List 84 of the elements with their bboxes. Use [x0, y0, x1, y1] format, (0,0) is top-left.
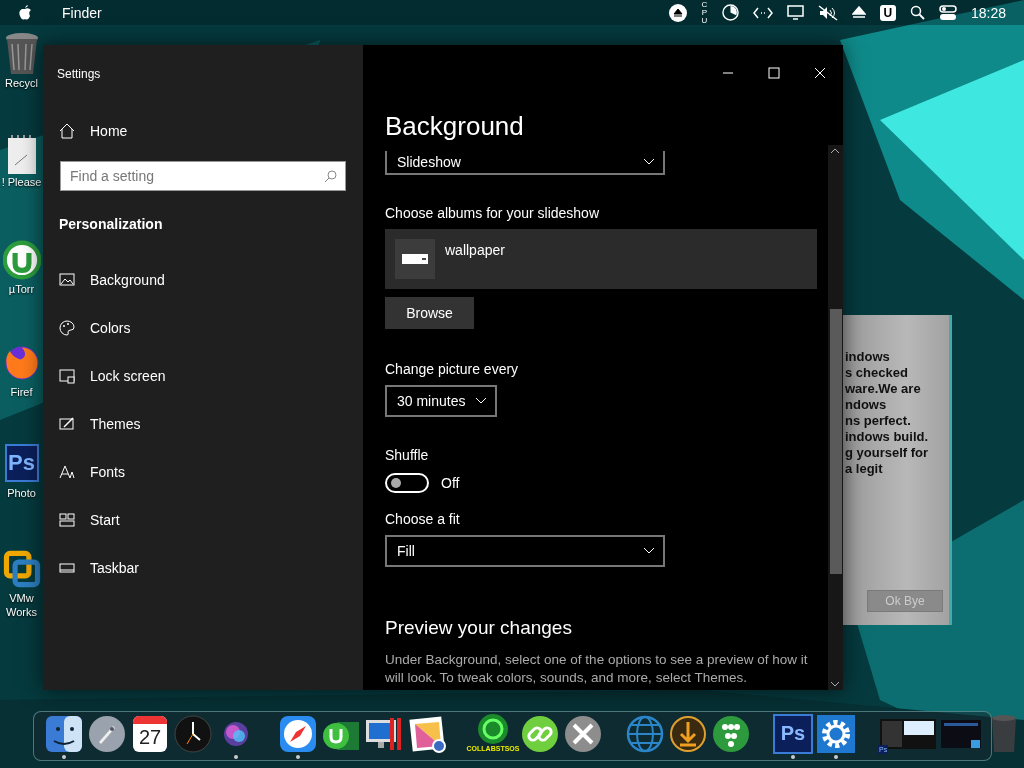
interval-label: Change picture every	[385, 361, 520, 377]
chevron-down-icon	[643, 158, 655, 166]
fit-dropdown[interactable]: Fill	[385, 535, 665, 567]
icon-label[interactable]: Recycl	[5, 76, 38, 90]
nav-item[interactable]: Fonts	[59, 456, 347, 488]
preview-description: Under Background, select one of the options to see a preview of how it will look. To tweak colors, sounds, and more, select Themes.	[385, 651, 809, 687]
tools-icon[interactable]	[563, 713, 603, 754]
eject-icon[interactable]	[851, 5, 866, 20]
preview-heading: Preview your changes	[385, 617, 573, 639]
scroll-down-icon[interactable]	[830, 680, 840, 688]
clock-time[interactable]: 18:28	[970, 4, 1006, 21]
calendar-icon[interactable]: 27	[133, 715, 167, 752]
cpu-label[interactable]: CPU	[700, 0, 708, 25]
notepad-icon	[6, 135, 37, 175]
picture-icon	[59, 272, 75, 288]
browse-button[interactable]: Browse	[385, 297, 474, 329]
message-text: ware.We are	[845, 381, 922, 397]
icon-label[interactable]: VMw	[9, 591, 34, 605]
start-icon	[59, 512, 75, 528]
nav-item[interactable]: Taskbar	[59, 552, 347, 584]
pie-chart-icon[interactable]	[721, 4, 739, 21]
nav-item[interactable]: Colors	[59, 312, 347, 344]
message-text: ns perfect.	[845, 413, 912, 429]
page-title: Background	[385, 110, 525, 143]
people-icon[interactable]	[711, 713, 751, 754]
message-text: g yourself for	[845, 445, 930, 461]
muted-speaker-icon[interactable]	[817, 4, 838, 21]
chevron-down-icon	[475, 397, 487, 405]
brush-icon	[59, 416, 75, 432]
toggle-state: Off	[441, 475, 460, 491]
compass-icon[interactable]	[278, 713, 318, 754]
search-icon	[324, 170, 337, 183]
icon-label[interactable]: Works	[6, 605, 37, 619]
code-arrows-icon[interactable]	[752, 6, 773, 19]
window-title: Settings	[57, 67, 102, 81]
shuffle-toggle[interactable]	[385, 473, 429, 493]
clock-icon[interactable]	[173, 713, 213, 754]
background-dropdown[interactable]: Slideshow	[385, 151, 665, 175]
chevron-down-icon	[643, 547, 655, 555]
photoshop-icon[interactable]: Ps	[773, 713, 813, 754]
eject-icon[interactable]	[668, 3, 687, 22]
search-icon[interactable]	[909, 5, 925, 20]
message-text: ndows	[845, 397, 888, 413]
album-tile[interactable]: wallpaper	[385, 229, 817, 289]
shuffle-label: Shuffle	[385, 447, 430, 463]
folder-thumbnail	[395, 239, 435, 279]
lockscreen-icon	[59, 368, 75, 384]
fonts-icon	[59, 464, 75, 480]
finder-icon[interactable]	[44, 713, 84, 754]
maximize-icon	[768, 67, 780, 79]
taskbar-icon	[59, 560, 75, 576]
icon-label[interactable]: µTorr	[8, 282, 35, 296]
message-text: s checked	[845, 365, 909, 381]
photoshop-icon: Ps	[4, 444, 39, 482]
search-field[interactable]: Find a setting	[60, 161, 346, 191]
message-text: indows build.	[845, 429, 930, 445]
chain-link-icon[interactable]	[520, 713, 560, 754]
albums-label: Choose albums for your slideshow	[385, 205, 600, 221]
interval-dropdown[interactable]: 30 minutes	[385, 385, 497, 417]
icon-label[interactable]: Firef	[10, 385, 33, 399]
icon-label[interactable]: Photo	[7, 486, 36, 500]
nav-item[interactable]: Lock screen	[59, 360, 347, 392]
scroll-up-icon[interactable]	[830, 147, 840, 155]
message-text: a legit	[845, 461, 884, 477]
download-icon[interactable]	[668, 713, 708, 754]
trash-icon	[3, 32, 40, 76]
message-text: indows	[845, 349, 891, 365]
section-heading: Personalization	[59, 216, 164, 232]
scrollbar[interactable]	[828, 145, 843, 690]
apple-icon[interactable]	[18, 4, 32, 21]
app-name[interactable]: Finder	[62, 4, 102, 21]
home-icon	[59, 123, 75, 139]
close-icon	[814, 67, 826, 79]
nav-item[interactable]: Themes	[59, 408, 347, 440]
control-center-icon[interactable]	[938, 4, 957, 21]
nav-item[interactable]: Background	[59, 264, 347, 296]
gear-icon[interactable]	[816, 713, 856, 754]
nav-item[interactable]: Start	[59, 504, 347, 536]
globe-icon[interactable]	[625, 713, 665, 754]
icon-label[interactable]: ! Please	[1, 175, 42, 189]
palette-icon	[59, 320, 75, 336]
home-link[interactable]: Home	[59, 123, 347, 139]
display-icon[interactable]	[786, 5, 804, 20]
fit-label: Choose a fit	[385, 511, 461, 527]
